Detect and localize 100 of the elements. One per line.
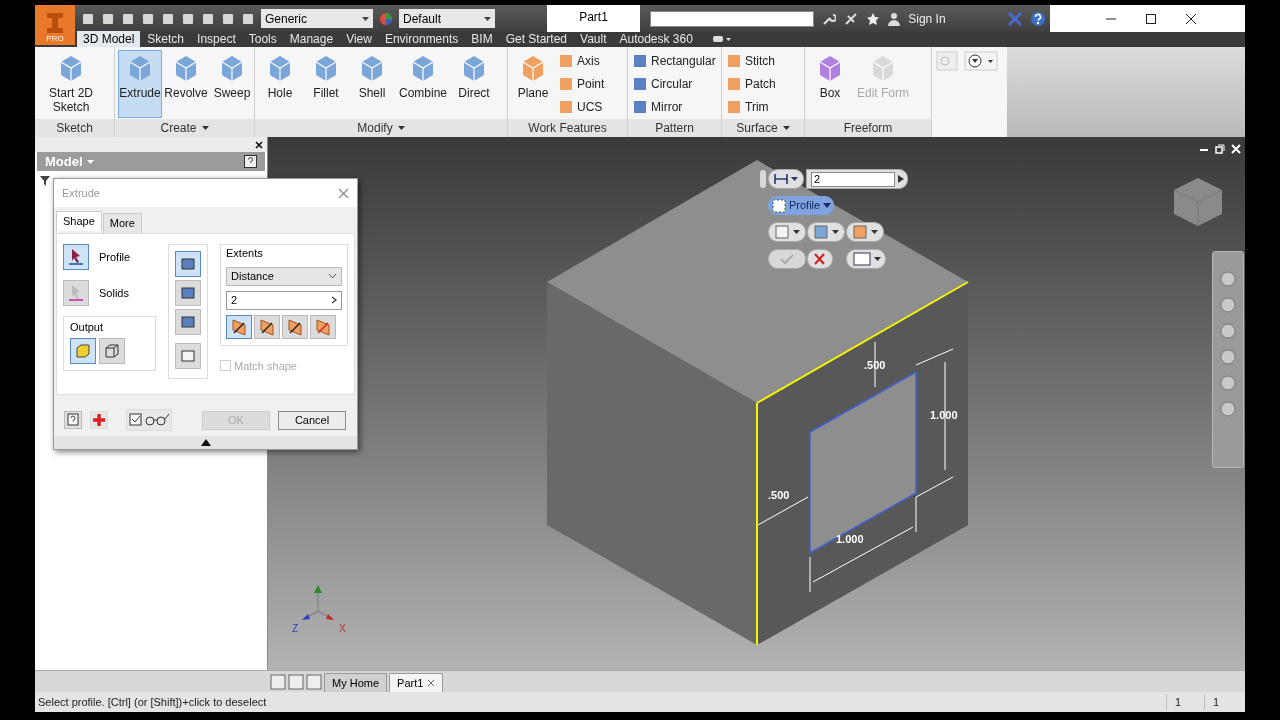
close-icon[interactable]	[255, 140, 263, 149]
star-icon[interactable]	[866, 11, 881, 26]
dropdown-value: Default	[403, 10, 442, 28]
ribbon-tool-button[interactable]: Direct	[452, 50, 497, 118]
caret-icon	[362, 16, 369, 21]
square-icon	[727, 99, 741, 114]
selector-button[interactable]	[63, 280, 89, 306]
selector-label: Profile	[99, 249, 131, 265]
wireframe-cube-icon[interactable]	[99, 337, 125, 364]
square-icon	[559, 76, 573, 91]
ribbon-tab[interactable]: Vault	[574, 31, 613, 47]
square-icon	[727, 53, 741, 68]
chevron-right-icon	[331, 296, 337, 304]
extents-dropdown[interactable]: Distance	[226, 266, 342, 286]
help-icon[interactable]	[64, 411, 82, 429]
ribbon-tool-button[interactable]: Shell	[350, 50, 394, 118]
ribbon-tool-button[interactable]: Box	[808, 50, 852, 118]
ribbon-tool-button[interactable]: Rectangular	[633, 50, 716, 71]
distance-field[interactable]: 2	[226, 290, 342, 310]
ribbon-tool-button[interactable]: UCS	[559, 96, 605, 117]
sign-in-link[interactable]: Sign In	[908, 9, 1000, 28]
dimension-value[interactable]: 1.000	[836, 531, 864, 548]
grip-handle[interactable]	[760, 170, 766, 188]
axis-label: Z	[292, 622, 299, 636]
distance-field[interactable]: 2	[811, 171, 895, 187]
ribbon-tool-button[interactable]: Axis	[559, 50, 605, 71]
ribbon-tool-button[interactable]: Stitch	[727, 50, 776, 71]
ribbon-tool-button[interactable]: Sweep	[210, 50, 254, 118]
ribbon-tool-button[interactable]: Revolve	[164, 50, 208, 118]
square-icon	[633, 53, 647, 68]
letter-i-icon	[45, 12, 65, 34]
help-icon[interactable]	[1030, 10, 1046, 27]
ribbon-tab[interactable]: BIM	[465, 31, 499, 47]
dimension-value[interactable]: 1.000	[930, 407, 958, 424]
plus-icon[interactable]	[90, 411, 108, 429]
square-icon	[633, 99, 647, 114]
ribbon-tab[interactable]: Environments	[378, 31, 465, 47]
panel-title-button[interactable]: Modify	[357, 119, 405, 137]
caret-icon	[201, 126, 209, 130]
chevron-dropdown-icon[interactable]	[964, 51, 998, 71]
dimension-value[interactable]: .500	[864, 357, 886, 374]
help-icon[interactable]	[244, 155, 257, 168]
document-tab[interactable]: My Home	[324, 673, 388, 692]
asymmetric-icon[interactable]	[310, 314, 336, 339]
arrow-pointer-icon	[68, 284, 84, 302]
selector-label: Solids	[99, 285, 129, 301]
maximize-icon[interactable]	[1145, 12, 1157, 25]
material-dropdown[interactable]: Generic	[261, 9, 373, 28]
ribbon-tab[interactable]: Tools	[242, 31, 283, 47]
document-tab[interactable]: Part1	[389, 673, 444, 692]
preview-toggle-icon[interactable]	[126, 409, 172, 431]
appearance-dropdown[interactable]: Default	[399, 9, 495, 28]
direction-two-icon[interactable]	[254, 314, 280, 339]
color-wheel-icon[interactable]	[379, 11, 393, 26]
ribbon-tool-button[interactable]: Combine	[396, 50, 451, 118]
dimension-value[interactable]: .500	[768, 487, 790, 504]
ribbon-tool-button[interactable]: Patch	[727, 73, 776, 94]
arrow-pointer-icon	[68, 248, 84, 266]
solid-cube-icon[interactable]	[70, 337, 96, 364]
search-field[interactable]	[650, 10, 815, 27]
dialog-tab[interactable]: Shape	[56, 211, 102, 231]
chevron-down-icon	[328, 273, 337, 279]
caret-icon	[782, 126, 790, 130]
ribbon-tool-button[interactable]: Fillet	[304, 50, 348, 118]
ribbon-tab[interactable]: Inspect	[191, 31, 242, 47]
dialog-tab[interactable]: More	[102, 213, 142, 233]
ribbon-tool-button[interactable]: Point	[559, 73, 605, 94]
selector-button[interactable]	[63, 244, 89, 270]
cube-dropdown-icon[interactable]	[768, 222, 806, 242]
ribbon-tool-button[interactable]: Start 2D Sketch	[38, 50, 104, 118]
ribbon-tab[interactable]: Get Started	[499, 31, 574, 47]
direction-dropdown-icon[interactable]	[846, 222, 884, 242]
ribbon-tab[interactable]: View	[340, 31, 378, 47]
ribbon-tool-button[interactable]: Circular	[633, 73, 716, 94]
filter-icon[interactable]	[39, 175, 51, 187]
ribbon-tool-button[interactable]: Trim	[727, 96, 776, 117]
join-dropdown-icon[interactable]	[807, 222, 845, 242]
dropdown-value: Generic	[265, 10, 308, 28]
options-menu-icon[interactable]	[846, 249, 886, 269]
expand-triangle-icon[interactable]	[200, 439, 211, 446]
ribbon-tab[interactable]: Sketch	[141, 31, 191, 47]
selection-box-icon	[772, 198, 786, 213]
ribbon-tool-button[interactable]: Plane	[511, 50, 555, 118]
user-icon[interactable]	[888, 11, 901, 26]
cancel-button[interactable]: Cancel	[278, 410, 346, 430]
close-icon[interactable]	[1185, 12, 1197, 25]
caret-icon	[397, 126, 405, 130]
ribbon-tool-button[interactable]: Hole	[258, 50, 302, 118]
ribbon-tab[interactable]: 3D Model	[77, 31, 141, 47]
ribbon-tool-button[interactable]: Mirror	[633, 96, 716, 117]
play-icon[interactable]	[897, 174, 905, 184]
ribbon-tool-button[interactable]: Extrude	[118, 50, 162, 118]
ribbon-tab[interactable]: Manage	[283, 31, 340, 47]
restore-icon[interactable]	[1215, 144, 1225, 154]
symmetric-icon[interactable]	[282, 314, 308, 339]
direction-one-icon[interactable]	[226, 314, 252, 339]
check-icon[interactable]	[768, 249, 806, 269]
dimension-dropdown-icon[interactable]	[768, 169, 804, 189]
ribbon-tab[interactable]: Autodesk 360	[613, 31, 699, 47]
profile-selector-button[interactable]: Profile	[768, 196, 835, 215]
